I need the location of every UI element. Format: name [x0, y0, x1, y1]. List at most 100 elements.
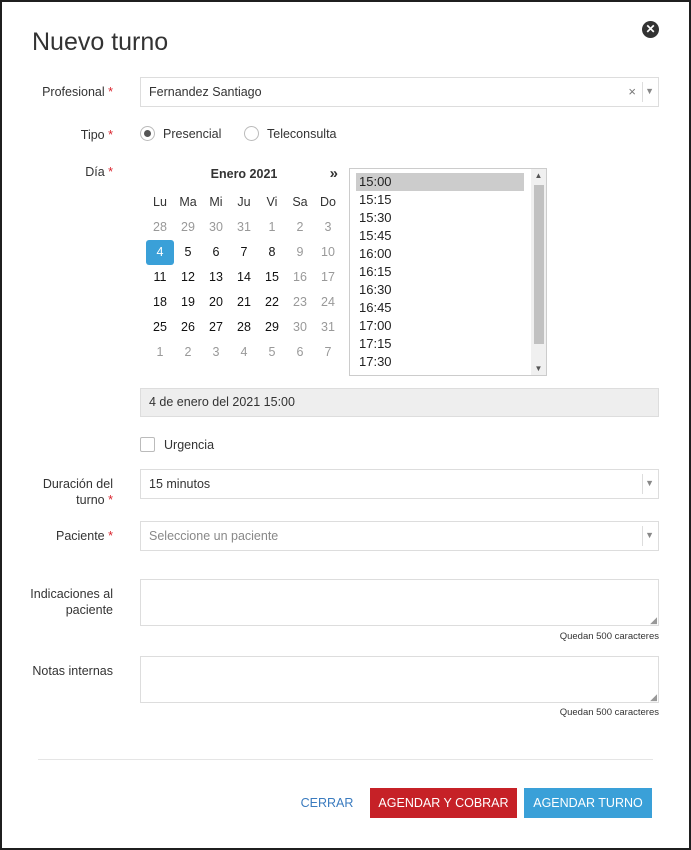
chevron-down-icon[interactable]: ▼	[645, 478, 654, 488]
calendar-day[interactable]: 23	[286, 290, 314, 315]
weekday-header: Lu	[153, 195, 167, 209]
calendar-day[interactable]: 7	[230, 240, 258, 265]
scrollbar-thumb[interactable]	[534, 185, 544, 344]
calendar-day[interactable]: 20	[202, 290, 230, 315]
urgencia-checkbox-box[interactable]	[140, 437, 155, 452]
calendar-day-selected[interactable]: 4	[146, 240, 174, 265]
calendar-day[interactable]: 14	[230, 265, 258, 290]
time-slot[interactable]: 16:30	[356, 281, 524, 299]
calendar-day[interactable]: 1	[258, 215, 286, 240]
chevron-down-icon[interactable]: ▼	[645, 86, 654, 96]
tipo-label: Tipo *	[81, 127, 113, 143]
date-picker: Enero 2021 » Lu Ma Mi Ju Vi Sa Do 28 29 30 31 1 2 3 4 5…	[146, 165, 342, 359]
time-slot-selected[interactable]: 15:00	[356, 173, 524, 191]
time-slot[interactable]: 16:45	[356, 299, 524, 317]
duracion-label-line1: Duración del	[42, 477, 113, 491]
radio-teleconsulta[interactable]: Teleconsulta	[244, 126, 337, 141]
calendar-day[interactable]: 11	[146, 265, 174, 290]
calendar-day[interactable]: 13	[202, 265, 230, 290]
calendar-day[interactable]: 5	[174, 240, 202, 265]
required-mark: *	[108, 85, 113, 99]
cerrar-button[interactable]: CERRAR	[298, 788, 356, 818]
calendar-day[interactable]: 30	[286, 315, 314, 340]
calendar-day[interactable]: 25	[146, 315, 174, 340]
required-mark: *	[108, 493, 113, 507]
modal-title: Nuevo turno	[32, 28, 169, 56]
calendar-day[interactable]: 17	[314, 265, 342, 290]
calendar-day[interactable]: 28	[230, 315, 258, 340]
required-mark: *	[108, 128, 113, 142]
calendar-day[interactable]: 6	[286, 340, 314, 365]
calendar-header: Enero 2021 »	[146, 165, 342, 185]
time-slot[interactable]: 16:15	[356, 263, 524, 281]
calendar-day[interactable]: 3	[202, 340, 230, 365]
chevron-down-icon[interactable]: ▼	[645, 530, 654, 540]
indicaciones-textarea[interactable]: ◢	[140, 579, 659, 626]
time-slot[interactable]: 16:00	[356, 245, 524, 263]
duracion-label: Duración del turno *	[43, 476, 113, 508]
calendar-day[interactable]: 12	[174, 265, 202, 290]
selected-datetime-display: 4 de enero del 2021 15:00	[140, 388, 659, 417]
time-slot[interactable]: 15:30	[356, 209, 524, 227]
scroll-up-icon[interactable]: ▲	[531, 171, 546, 180]
calendar-day[interactable]: 21	[230, 290, 258, 315]
radio-presencial[interactable]: Presencial	[140, 126, 221, 141]
time-list-scrollbar[interactable]: ▲ ▼	[531, 169, 546, 375]
clear-icon[interactable]: ×	[628, 84, 636, 99]
radio-presencial-dot[interactable]	[140, 126, 155, 141]
time-slot[interactable]: 17:15	[356, 335, 524, 353]
weekday-header: Ma	[179, 195, 197, 209]
calendar-day[interactable]: 16	[286, 265, 314, 290]
profesional-select[interactable]: Fernandez Santiago × ▼	[140, 77, 659, 107]
calendar-day[interactable]: 19	[174, 290, 202, 315]
next-month-button[interactable]: »	[330, 165, 338, 182]
calendar-day[interactable]: 3	[314, 215, 342, 240]
agendar-turno-button[interactable]: AGENDAR TURNO	[524, 788, 652, 818]
radio-teleconsulta-dot[interactable]	[244, 126, 259, 141]
agendar-y-cobrar-button[interactable]: AGENDAR Y COBRAR	[370, 788, 517, 818]
calendar-day[interactable]: 26	[174, 315, 202, 340]
calendar-day[interactable]: 9	[286, 240, 314, 265]
dia-label: Día *	[85, 164, 113, 180]
calendar-day[interactable]: 27	[202, 315, 230, 340]
urgencia-checkbox[interactable]: Urgencia	[140, 437, 214, 452]
calendar-day[interactable]: 2	[286, 215, 314, 240]
calendar-day[interactable]: 1	[146, 340, 174, 365]
notas-textarea[interactable]: ◢	[140, 656, 659, 703]
calendar-day[interactable]: 7	[314, 340, 342, 365]
weekday-header: Vi	[266, 195, 278, 209]
resize-grip-icon[interactable]: ◢	[650, 693, 657, 702]
calendar-day[interactable]: 31	[314, 315, 342, 340]
notas-char-counter: Quedan 500 caracteres	[559, 707, 659, 718]
calendar-day[interactable]: 24	[314, 290, 342, 315]
resize-grip-icon[interactable]: ◢	[650, 616, 657, 625]
weekday-header: Do	[320, 195, 336, 209]
duracion-select[interactable]: 15 minutos ▼	[140, 469, 659, 499]
paciente-select[interactable]: Seleccione un paciente ▼	[140, 521, 659, 551]
time-slot[interactable]: 15:45	[356, 227, 524, 245]
calendar-day[interactable]: 2	[174, 340, 202, 365]
time-slot[interactable]: 17:00	[356, 317, 524, 335]
calendar-day[interactable]: 30	[202, 215, 230, 240]
close-icon[interactable]: ✕	[642, 21, 659, 38]
calendar-day[interactable]: 28	[146, 215, 174, 240]
indicaciones-char-counter: Quedan 500 caracteres	[559, 631, 659, 642]
calendar-day[interactable]: 29	[174, 215, 202, 240]
select-divider	[642, 474, 643, 494]
calendar-day[interactable]: 18	[146, 290, 174, 315]
calendar-day[interactable]: 6	[202, 240, 230, 265]
time-slot[interactable]: 15:15	[356, 191, 524, 209]
calendar-day[interactable]: 10	[314, 240, 342, 265]
calendar-day[interactable]: 22	[258, 290, 286, 315]
time-slot-list[interactable]: 15:00 15:15 15:30 15:45 16:00 16:15 16:30 16:45…	[349, 168, 547, 376]
calendar-day[interactable]: 8	[258, 240, 286, 265]
dia-label-text: Día	[85, 165, 105, 179]
calendar-day[interactable]: 4	[230, 340, 258, 365]
calendar-day[interactable]: 15	[258, 265, 286, 290]
calendar-day[interactable]: 5	[258, 340, 286, 365]
time-slot[interactable]: 17:45	[356, 371, 524, 375]
calendar-day[interactable]: 31	[230, 215, 258, 240]
scroll-down-icon[interactable]: ▼	[531, 364, 546, 373]
time-slot[interactable]: 17:30	[356, 353, 524, 371]
calendar-day[interactable]: 29	[258, 315, 286, 340]
